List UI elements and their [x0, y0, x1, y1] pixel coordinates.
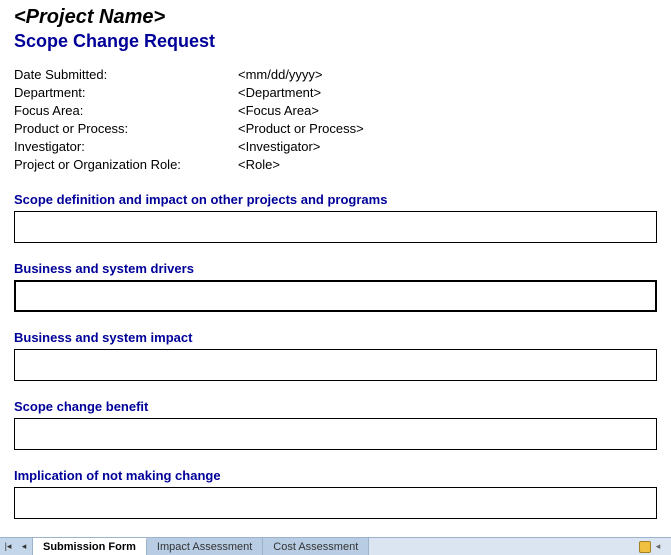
tab-bar-end: ◂ [369, 538, 671, 555]
implication-input[interactable] [14, 487, 657, 519]
meta-row-focus-area: Focus Area: <Focus Area> [14, 102, 657, 120]
form-title: Scope Change Request [14, 31, 657, 52]
section-heading-implication: Implication of not making change [14, 468, 657, 483]
meta-value: <Role> [238, 156, 657, 174]
meta-label: Focus Area: [14, 102, 238, 120]
meta-value: <Investigator> [238, 138, 657, 156]
tab-nav-prev-icon[interactable]: ◂ [16, 539, 32, 555]
drivers-input[interactable] [14, 280, 657, 312]
meta-row-product: Product or Process: <Product or Process> [14, 120, 657, 138]
tab-nav-first-icon[interactable]: |◂ [0, 539, 16, 555]
section-heading-scope-def: Scope definition and impact on other pro… [14, 192, 657, 207]
section-heading-benefit: Scope change benefit [14, 399, 657, 414]
meta-row-role: Project or Organization Role: <Role> [14, 156, 657, 174]
meta-row-investigator: Investigator: <Investigator> [14, 138, 657, 156]
benefit-input[interactable] [14, 418, 657, 450]
meta-label: Date Submitted: [14, 66, 238, 84]
section-heading-drivers: Business and system drivers [14, 261, 657, 276]
tab-submission-form[interactable]: Submission Form [33, 538, 147, 555]
tab-impact-assessment[interactable]: Impact Assessment [147, 538, 263, 555]
section-heading-impact: Business and system impact [14, 330, 657, 345]
meta-value: <Department> [238, 84, 657, 102]
scope-def-input[interactable] [14, 211, 657, 243]
meta-row-date: Date Submitted: <mm/dd/yyyy> [14, 66, 657, 84]
meta-label: Project or Organization Role: [14, 156, 238, 174]
form-page: <Project Name> Scope Change Request Date… [0, 0, 671, 519]
meta-value: <Focus Area> [238, 102, 657, 120]
tab-nav: |◂ ◂ [0, 538, 33, 555]
impact-input[interactable] [14, 349, 657, 381]
meta-label: Investigator: [14, 138, 238, 156]
project-name-heading: <Project Name> [14, 6, 657, 29]
scroll-left-icon[interactable]: ◂ [651, 540, 665, 554]
sheet-tab-bar: |◂ ◂ Submission Form Impact Assessment C… [0, 537, 671, 555]
tab-cost-assessment[interactable]: Cost Assessment [263, 538, 369, 555]
meta-label: Department: [14, 84, 238, 102]
meta-value: <mm/dd/yyyy> [238, 66, 657, 84]
sheet-options-icon[interactable] [639, 541, 651, 553]
meta-label: Product or Process: [14, 120, 238, 138]
meta-row-department: Department: <Department> [14, 84, 657, 102]
meta-value: <Product or Process> [238, 120, 657, 138]
